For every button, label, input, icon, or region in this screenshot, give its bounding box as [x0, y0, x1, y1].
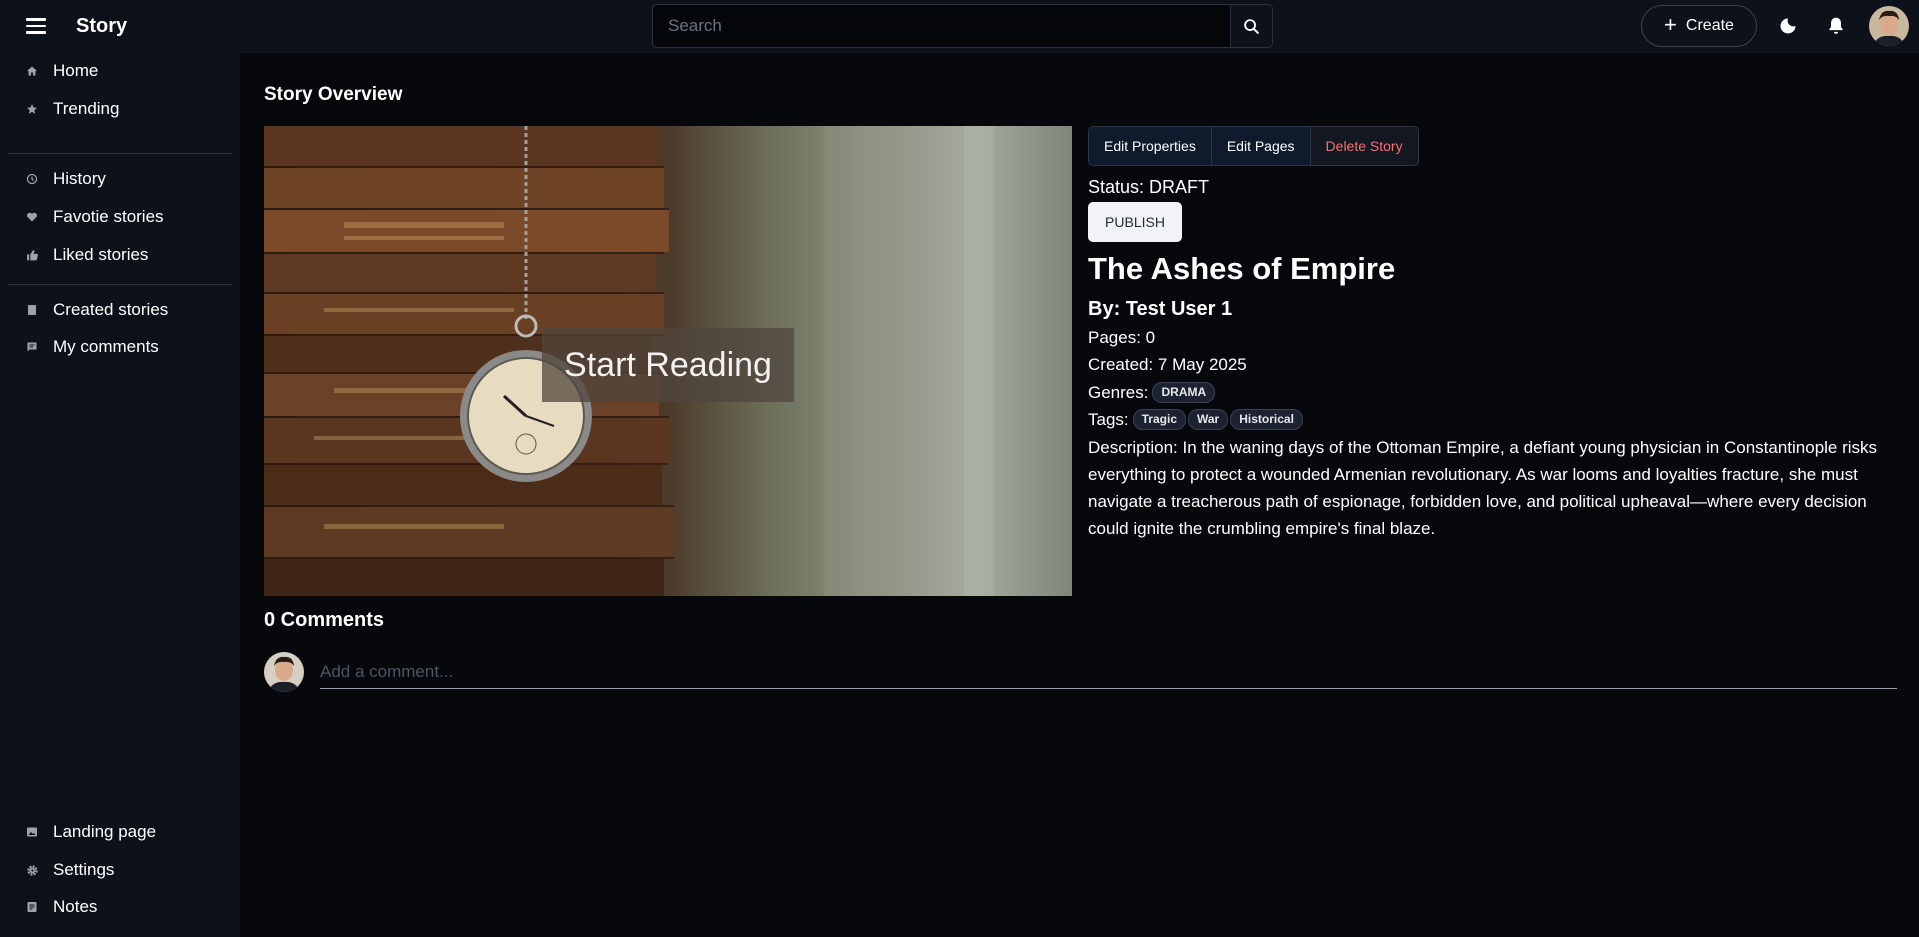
sidebar-item-label: Favotie stories — [53, 207, 164, 226]
comment-user-avatar — [264, 652, 304, 692]
notifications-button[interactable] — [1823, 13, 1849, 39]
tags-label: Tags: — [1088, 409, 1129, 429]
story-pages: Pages: 0 — [1088, 328, 1156, 347]
sidebar-divider — [8, 153, 232, 154]
search-bar — [652, 4, 1273, 48]
home-icon — [25, 64, 39, 78]
search-button[interactable] — [1230, 5, 1272, 47]
create-label: Create — [1685, 17, 1734, 34]
app-title[interactable]: Story — [76, 15, 127, 38]
sidebar-item-label: My comments — [53, 337, 159, 356]
sidebar-item-label: Landing page — [53, 822, 157, 841]
tag-chip[interactable]: Tragic — [1132, 409, 1186, 430]
story-actions-group: Edit Properties Edit Pages Delete Story — [1088, 126, 1419, 166]
moon-icon — [1780, 18, 1796, 34]
add-comment-input[interactable] — [320, 655, 1897, 689]
comment-icon — [25, 340, 39, 354]
hamburger-menu-icon[interactable] — [22, 14, 50, 38]
sidebar-item-settings[interactable]: Settings — [8, 853, 232, 887]
plus-icon: + — [1664, 12, 1677, 37]
heart-icon — [25, 210, 39, 224]
sidebar-item-label: Settings — [53, 860, 115, 879]
image-icon — [25, 825, 39, 839]
note-icon — [25, 900, 39, 914]
sidebar-item-favorite-stories[interactable]: Favotie stories — [8, 200, 232, 234]
section-title: Story Overview — [264, 84, 403, 105]
search-input[interactable] — [653, 5, 1231, 47]
sidebar-item-label: Liked stories — [53, 245, 149, 264]
gear-icon — [25, 863, 39, 877]
story-description: Description: In the waning days of the O… — [1088, 438, 1878, 538]
history-icon — [25, 172, 39, 186]
sidebar-item-label: Home — [53, 61, 99, 80]
edit-properties-button[interactable]: Edit Properties — [1089, 127, 1212, 165]
sidebar-item-my-comments[interactable]: My comments — [8, 330, 232, 364]
delete-story-button[interactable]: Delete Story — [1310, 127, 1418, 165]
tag-chip[interactable]: War — [1188, 409, 1229, 430]
sidebar-item-label: Notes — [53, 897, 98, 916]
dark-mode-toggle[interactable] — [1775, 13, 1801, 39]
star-icon — [25, 102, 39, 116]
tag-chip[interactable]: Historical — [1230, 409, 1303, 430]
sidebar-item-label: Created stories — [53, 300, 169, 319]
start-reading-button[interactable]: Start Reading — [542, 328, 794, 402]
bell-icon — [1829, 17, 1843, 34]
sidebar-item-landing-page[interactable]: Landing page — [8, 815, 232, 849]
edit-pages-button[interactable]: Edit Pages — [1211, 127, 1311, 165]
story-genres: Genres: DRAMA — [1088, 382, 1216, 403]
sidebar-item-liked-stories[interactable]: Liked stories — [8, 238, 232, 272]
user-avatar[interactable] — [1869, 6, 1909, 46]
comments-count-heading: 0 Comments — [264, 609, 385, 631]
publish-button[interactable]: PUBLISH — [1088, 202, 1182, 242]
sidebar-item-home[interactable]: Home — [8, 54, 232, 88]
genres-label: Genres: — [1088, 382, 1149, 402]
story-title: The Ashes of Empire — [1088, 251, 1396, 286]
sidebar-item-label: Trending — [53, 99, 120, 118]
story-status: Status: DRAFT — [1088, 177, 1210, 197]
story-created: Created: 7 May 2025 — [1088, 355, 1247, 374]
create-button[interactable]: + Create — [1641, 5, 1757, 47]
top-bar: Story + Create — [0, 0, 1919, 53]
sidebar-item-history[interactable]: History — [8, 162, 232, 196]
sidebar: Home Trending History Favotie stories Li… — [0, 53, 240, 937]
sidebar-item-created-stories[interactable]: Created stories — [8, 293, 232, 327]
sidebar-divider — [8, 284, 232, 285]
main-content: Story Overview Start Reading Edit Proper… — [240, 53, 1919, 937]
book-icon — [25, 303, 39, 317]
avatar-image — [264, 652, 304, 692]
sidebar-item-trending[interactable]: Trending — [8, 92, 232, 126]
story-tags: Tags: Tragic War Historical — [1088, 409, 1303, 430]
avatar-image — [1869, 6, 1909, 46]
genre-chip[interactable]: DRAMA — [1152, 382, 1216, 403]
story-author: By: Test User 1 — [1088, 298, 1233, 320]
search-icon — [1244, 18, 1259, 34]
sidebar-item-label: History — [53, 169, 106, 188]
thumbs-up-icon — [25, 248, 39, 262]
sidebar-item-notes[interactable]: Notes — [8, 890, 232, 924]
story-cover-image[interactable]: Start Reading — [264, 126, 1072, 596]
